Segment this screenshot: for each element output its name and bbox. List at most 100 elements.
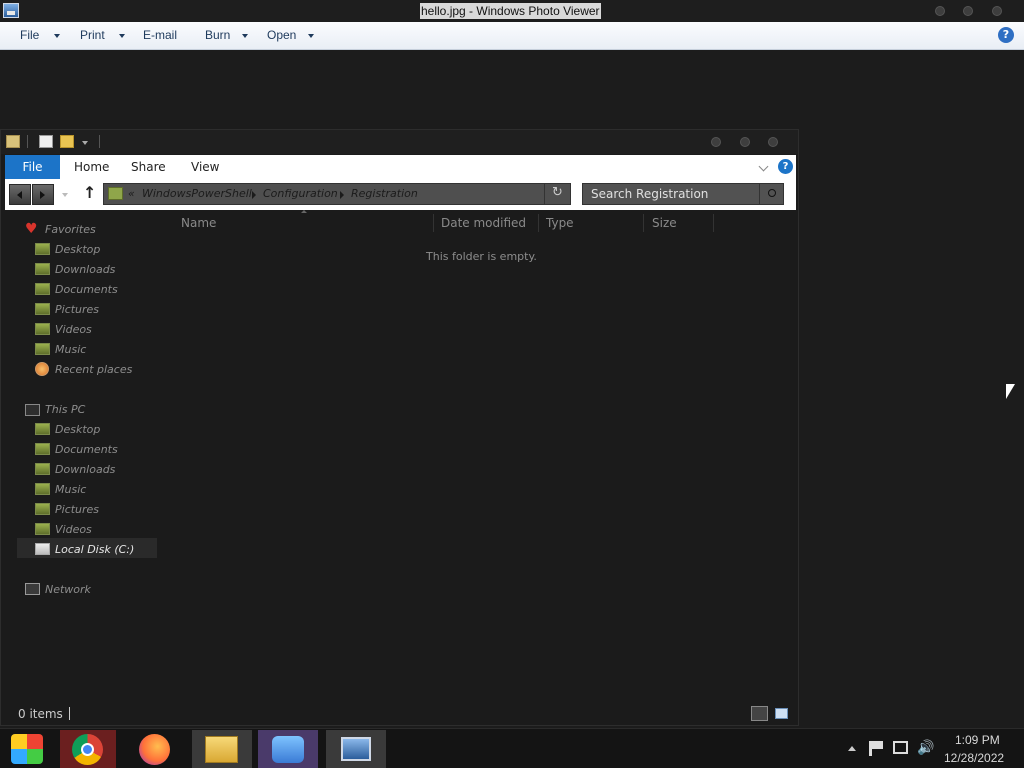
show-hidden-icons-icon[interactable] — [848, 746, 856, 751]
nav-network[interactable]: Network — [45, 583, 91, 596]
menu-email[interactable]: E-mail — [143, 28, 177, 42]
column-name[interactable]: Name — [181, 216, 216, 230]
chevron-down-icon — [242, 33, 249, 38]
forward-button[interactable] — [32, 184, 54, 205]
nav-pc-music[interactable]: Music — [55, 483, 86, 496]
start-orb-icon — [11, 734, 43, 764]
navigation-pane: ♥ Favorites Desktop Downloads Documents … — [1, 218, 161, 608]
details-view-icon[interactable] — [751, 706, 768, 721]
volume-icon[interactable]: 🔊 — [917, 740, 934, 756]
folder-icon — [6, 135, 20, 148]
menu-file[interactable]: File — [20, 28, 61, 42]
taskbar-firefox[interactable] — [125, 730, 185, 768]
maximize-button[interactable] — [963, 6, 973, 16]
menu-burn[interactable]: Burn — [205, 28, 249, 42]
column-divider[interactable] — [643, 214, 644, 232]
column-size[interactable]: Size — [652, 216, 677, 230]
nav-fav-music[interactable]: Music — [55, 343, 86, 356]
nav-pc-documents[interactable]: Documents — [55, 443, 118, 456]
nav-this-pc[interactable]: This PC — [45, 403, 85, 416]
nav-fav-recent-places[interactable]: Recent places — [55, 363, 132, 376]
taskbar-file-explorer[interactable] — [192, 730, 252, 768]
nav-fav-videos[interactable]: Videos — [55, 323, 92, 336]
music-icon — [35, 483, 50, 495]
taskbar-chrome[interactable] — [60, 730, 116, 768]
column-date-modified[interactable]: Date modified — [441, 216, 526, 230]
item-count: 0 items — [18, 707, 63, 721]
breadcrumb-windowspowershell[interactable]: WindowsPowerShell — [142, 187, 252, 200]
clock-time[interactable]: 1:09 PM — [955, 733, 1000, 747]
menu-burn-label: Burn — [205, 28, 231, 42]
address-bar[interactable]: « WindowsPowerShell Configuration Regist… — [103, 183, 571, 205]
nav-pc-videos[interactable]: Videos — [55, 523, 92, 536]
nav-fav-downloads[interactable]: Downloads — [55, 263, 115, 276]
tab-file[interactable]: File — [5, 155, 60, 179]
nav-pc-pictures[interactable]: Pictures — [55, 503, 99, 516]
new-folder-icon[interactable] — [60, 135, 74, 148]
column-divider[interactable] — [713, 214, 714, 232]
refresh-icon[interactable]: ↻ — [552, 185, 563, 200]
search-input[interactable] — [583, 184, 757, 204]
menu-email-label: E-mail — [143, 28, 178, 42]
minimize-button[interactable] — [935, 6, 945, 16]
column-type[interactable]: Type — [546, 216, 574, 230]
recent-locations-icon[interactable] — [62, 193, 68, 197]
large-icons-view-icon[interactable] — [775, 708, 788, 719]
help-icon[interactable]: ? — [998, 27, 1014, 43]
folder-icon — [108, 187, 123, 200]
photo-viewer-app-icon — [3, 3, 19, 18]
taskbar: 🔊 1:09 PM 12/28/2022 — [0, 728, 1024, 768]
nav-fav-desktop[interactable]: Desktop — [55, 243, 100, 256]
customize-quick-access-icon[interactable] — [82, 141, 88, 145]
menu-file-label: File — [20, 28, 40, 42]
close-button[interactable] — [992, 6, 1002, 16]
file-explorer-window: File Home Share View ? ↑ « WindowsPowerS… — [0, 129, 799, 726]
nav-pc-local-disk[interactable]: Local Disk (C:) — [55, 543, 134, 556]
close-button[interactable] — [768, 137, 778, 147]
sort-indicator-icon — [301, 210, 307, 213]
menu-open[interactable]: Open — [267, 28, 315, 42]
column-divider[interactable] — [538, 214, 539, 232]
back-button[interactable] — [9, 184, 31, 205]
network-tray-icon[interactable] — [893, 741, 908, 754]
nav-pc-desktop[interactable]: Desktop — [55, 423, 100, 436]
tab-share[interactable]: Share — [131, 155, 166, 179]
expand-ribbon-icon[interactable] — [758, 161, 769, 172]
divider — [27, 135, 28, 148]
column-divider[interactable] — [433, 214, 434, 232]
chevron-right-icon[interactable] — [252, 191, 256, 199]
minimize-button[interactable] — [711, 137, 721, 147]
mouse-cursor-icon — [1006, 384, 1015, 399]
taskbar-messenger[interactable] — [258, 730, 318, 768]
nav-pc-downloads[interactable]: Downloads — [55, 463, 115, 476]
search-icon[interactable] — [768, 189, 776, 197]
start-button[interactable] — [0, 730, 60, 768]
tab-home[interactable]: Home — [74, 155, 109, 179]
photo-viewer-icon — [341, 737, 371, 761]
chevron-right-icon[interactable] — [340, 191, 344, 199]
tab-view[interactable]: View — [191, 155, 219, 179]
nav-fav-pictures[interactable]: Pictures — [55, 303, 99, 316]
favorites-heart-icon: ♥ — [25, 221, 38, 237]
nav-fav-documents[interactable]: Documents — [55, 283, 118, 296]
maximize-button[interactable] — [740, 137, 750, 147]
address-row: ↑ « WindowsPowerShell Configuration Regi… — [5, 179, 796, 210]
properties-icon[interactable] — [39, 135, 53, 148]
clock-date[interactable]: 12/28/2022 — [944, 751, 1004, 765]
menu-open-label: Open — [267, 28, 297, 42]
up-arrow-icon[interactable]: ↑ — [83, 183, 96, 202]
breadcrumb-configuration[interactable]: Configuration — [263, 187, 338, 200]
firefox-icon — [139, 734, 170, 765]
nav-favorites[interactable]: Favorites — [45, 223, 96, 236]
chevron-down-icon — [54, 33, 61, 38]
downloads-icon — [35, 463, 50, 475]
videos-icon — [35, 323, 50, 335]
divider — [759, 184, 760, 204]
search-box — [582, 183, 784, 205]
breadcrumb-overflow[interactable]: « — [128, 187, 135, 200]
breadcrumb-registration[interactable]: Registration — [351, 187, 418, 200]
help-icon[interactable]: ? — [778, 159, 793, 174]
taskbar-photo-viewer[interactable] — [326, 730, 386, 768]
menu-print[interactable]: Print — [80, 28, 125, 42]
messenger-icon — [272, 736, 304, 763]
